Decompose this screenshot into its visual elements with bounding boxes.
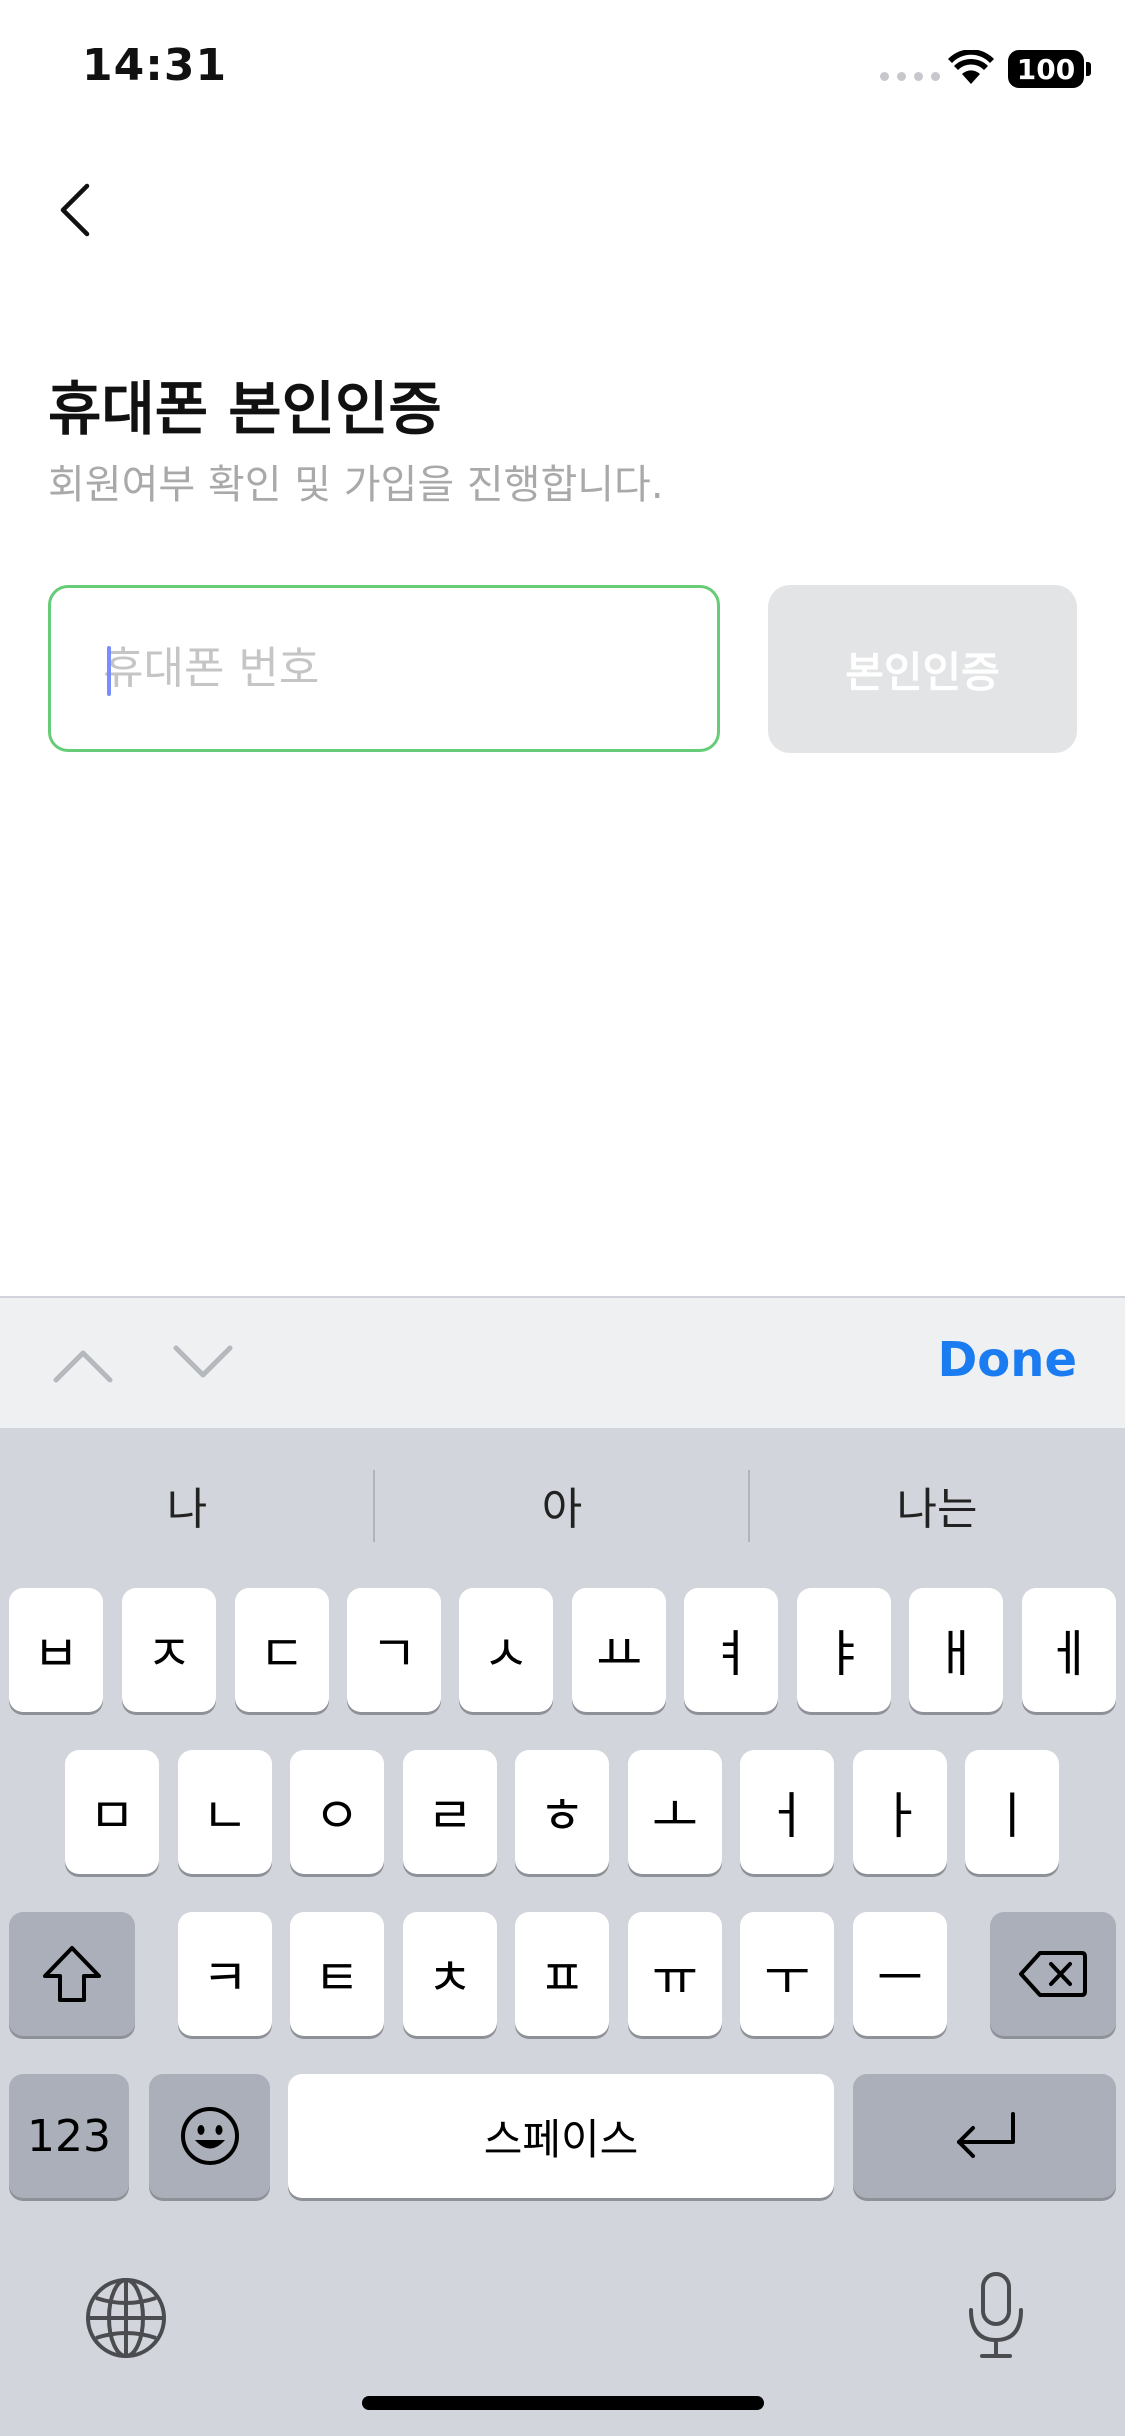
key-letter[interactable]: ㅌ <box>290 1912 384 2036</box>
return-key[interactable] <box>853 2074 1116 2198</box>
suggestion-item[interactable]: 나 <box>0 1466 374 1544</box>
key-letter[interactable]: ㄷ <box>235 1588 329 1712</box>
key-letter[interactable]: ㅗ <box>628 1750 722 1874</box>
key-letter[interactable]: ㅕ <box>684 1588 778 1712</box>
shift-icon <box>43 1946 101 2002</box>
microphone-icon[interactable] <box>966 2270 1026 2362</box>
globe-icon[interactable] <box>84 2276 168 2360</box>
chevron-left-icon <box>60 183 90 237</box>
phone-number-input[interactable] <box>103 588 683 749</box>
status-bar: 14:31 100 <box>0 0 1125 140</box>
key-letter[interactable]: ㅛ <box>572 1588 666 1712</box>
key-letter[interactable]: ㅠ <box>628 1912 722 2036</box>
chevron-down-icon[interactable] <box>172 1336 234 1392</box>
numbers-key[interactable]: 123 <box>9 2074 129 2198</box>
key-letter[interactable]: ㄹ <box>403 1750 497 1874</box>
return-icon <box>956 2112 1015 2158</box>
page-title: 휴대폰 본인인증 <box>48 375 442 443</box>
verify-identity-button[interactable]: 본인인증 <box>768 585 1077 753</box>
page-subtitle: 회원여부 확인 및 가입을 진행합니다. <box>48 462 664 508</box>
key-letter[interactable]: ㅇ <box>290 1750 384 1874</box>
key-letter[interactable]: ㅍ <box>515 1912 609 2036</box>
key-letter[interactable]: ㅊ <box>403 1912 497 2036</box>
key-letter[interactable]: ㅔ <box>1022 1588 1116 1712</box>
key-letter[interactable]: ㅏ <box>853 1750 947 1874</box>
chevron-up-icon[interactable] <box>52 1336 114 1392</box>
back-button[interactable] <box>44 170 104 250</box>
key-letter[interactable]: ㄱ <box>347 1588 441 1712</box>
suggestion-bar: 나 아 나는 <box>0 1466 1125 1544</box>
key-letter[interactable]: ㅅ <box>459 1588 553 1712</box>
korean-keyboard: 나 아 나는 ㅂ ㅈ ㄷ ㄱ ㅅ ㅛ ㅕ ㅑ ㅐ ㅔ ㅁ ㄴ ㅇ ㄹ ㅎ ㅗ ㅓ… <box>0 1428 1125 2436</box>
battery-indicator: 100 <box>1008 50 1084 88</box>
backspace-key[interactable] <box>990 1912 1116 2036</box>
phone-verification-screen: 14:31 100 휴대폰 본인인증 회원여부 확인 및 가입을 진행합니다. … <box>0 0 1125 2436</box>
key-letter[interactable]: ㅋ <box>178 1912 272 2036</box>
key-letter[interactable]: ㅁ <box>65 1750 159 1874</box>
done-button[interactable]: Done <box>937 1332 1077 1388</box>
key-letter[interactable]: ㅑ <box>797 1588 891 1712</box>
key-letter[interactable]: ㅐ <box>909 1588 1003 1712</box>
text-caret <box>107 646 111 696</box>
key-letter[interactable]: ㅎ <box>515 1750 609 1874</box>
battery-nub <box>1086 62 1091 76</box>
key-letter[interactable]: ㅣ <box>965 1750 1059 1874</box>
suggestion-item[interactable]: 아 <box>375 1466 749 1544</box>
shift-key[interactable] <box>9 1912 135 2036</box>
suggestion-item[interactable]: 나는 <box>750 1466 1124 1544</box>
cellular-signal-icon <box>880 72 940 81</box>
key-letter[interactable]: ㅡ <box>853 1912 947 2036</box>
emoji-icon <box>180 2107 239 2165</box>
key-letter[interactable]: ㅈ <box>122 1588 216 1712</box>
emoji-key[interactable] <box>149 2074 270 2198</box>
status-time: 14:31 <box>82 40 228 91</box>
key-letter[interactable]: ㅓ <box>740 1750 834 1874</box>
key-letter[interactable]: ㄴ <box>178 1750 272 1874</box>
space-key[interactable]: 스페이스 <box>288 2074 834 2198</box>
backspace-icon <box>1019 1951 1087 1997</box>
key-letter[interactable]: ㅜ <box>740 1912 834 2036</box>
home-indicator[interactable] <box>362 2396 764 2410</box>
key-letter[interactable]: ㅂ <box>9 1588 103 1712</box>
keyboard-accessory-bar: Done <box>0 1296 1125 1428</box>
wifi-icon <box>948 50 994 84</box>
phone-number-field[interactable] <box>48 585 720 752</box>
